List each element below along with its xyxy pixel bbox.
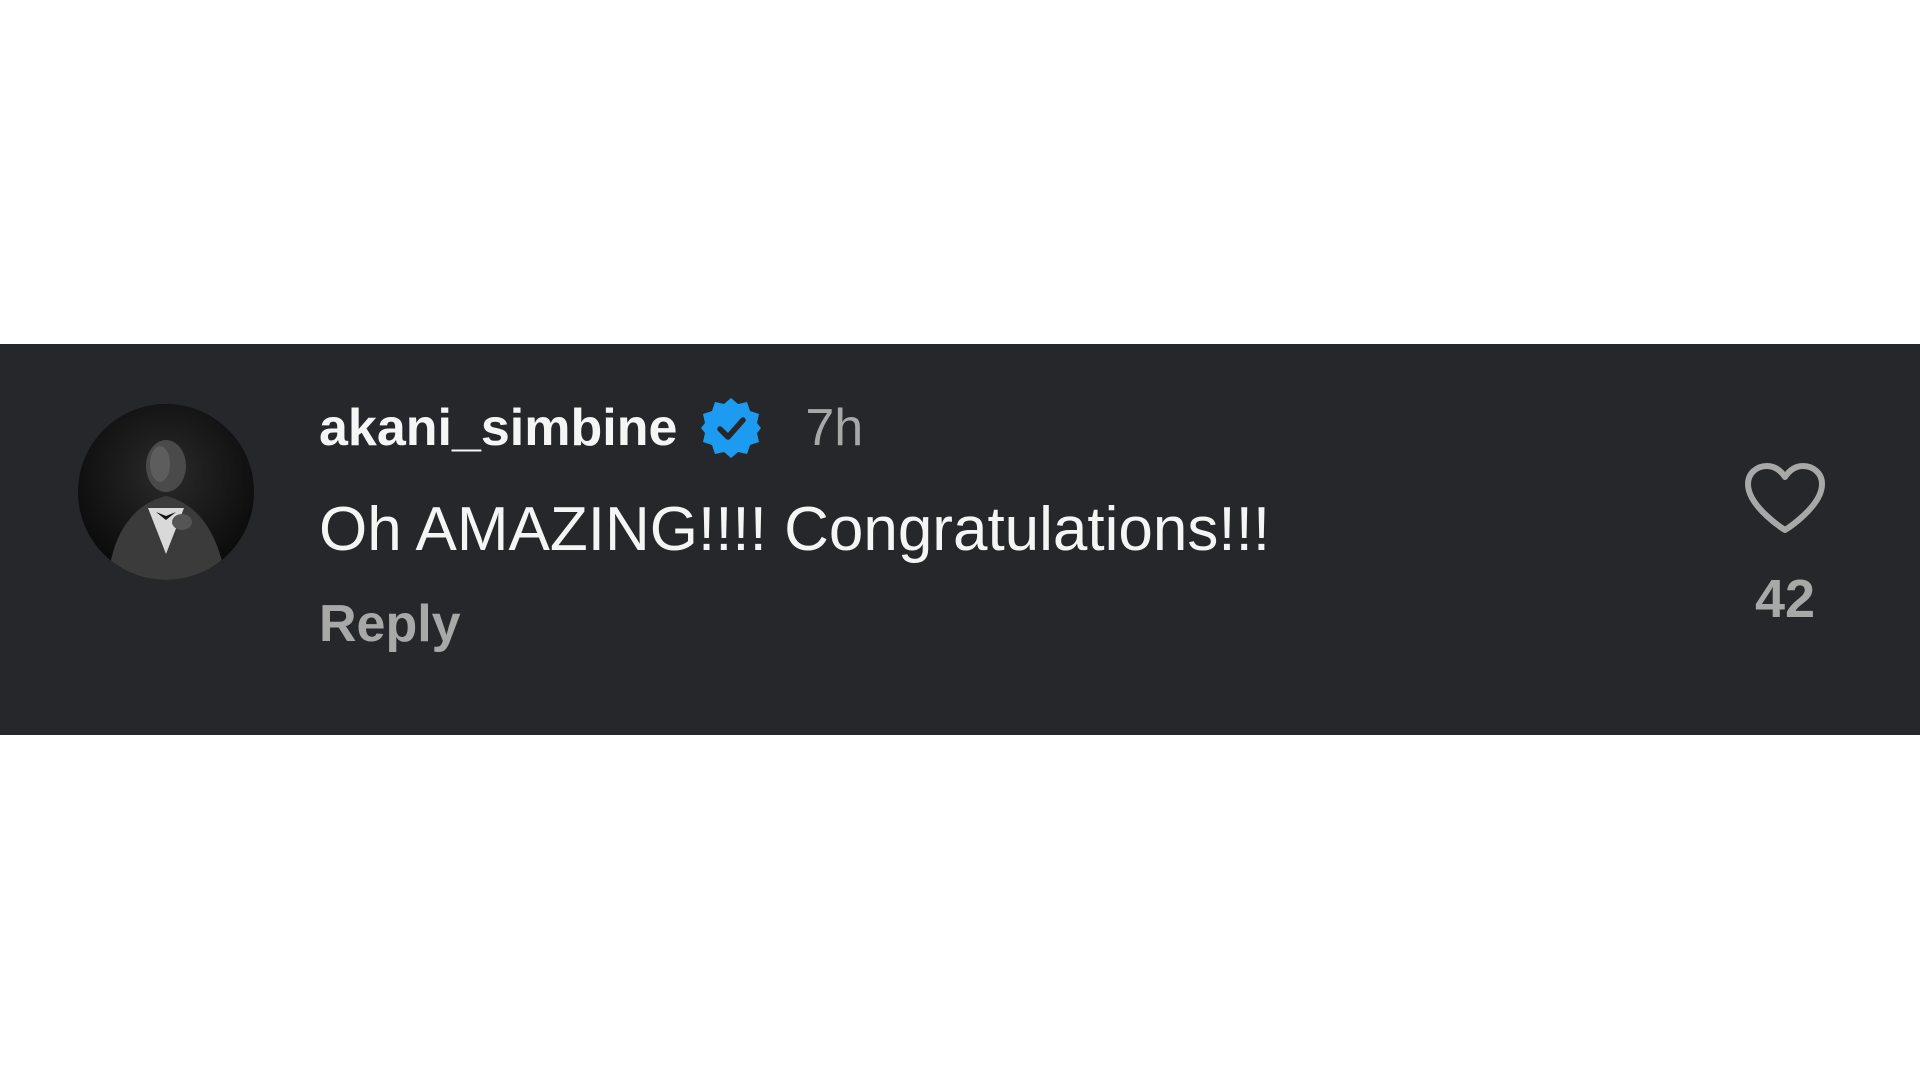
- username[interactable]: akani_simbine: [319, 398, 677, 458]
- reply-button[interactable]: Reply: [319, 594, 1270, 654]
- like-count: 42: [1754, 569, 1816, 629]
- avatar-photo: [78, 404, 254, 580]
- comment-header: akani_simbine 7h: [319, 392, 1270, 464]
- heart-outline-icon[interactable]: [1744, 462, 1826, 534]
- comment-row: akani_simbine 7h Oh AMAZING!!!! Congratu…: [0, 344, 1920, 735]
- avatar[interactable]: [78, 404, 254, 580]
- comment-body: akani_simbine 7h Oh AMAZING!!!! Congratu…: [319, 392, 1270, 654]
- timestamp: 7h: [805, 399, 864, 457]
- verified-badge-icon: [699, 396, 763, 460]
- like-area: 42: [1740, 462, 1830, 630]
- comment-text: Oh AMAZING!!!! Congratulations!!!: [319, 495, 1271, 564]
